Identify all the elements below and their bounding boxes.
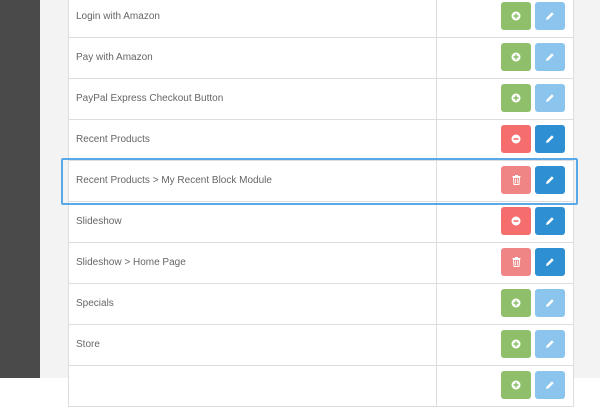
pencil-icon — [545, 298, 555, 308]
module-row: Pay with Amazon — [69, 38, 573, 79]
module-name: Pay with Amazon — [76, 52, 153, 63]
column-divider — [436, 79, 437, 119]
pencil-icon — [545, 93, 555, 103]
module-name: Store — [76, 339, 100, 350]
column-divider — [436, 284, 437, 324]
module-name: Recent Products — [76, 134, 150, 145]
module-row: PayPal Express Checkout Button — [69, 79, 573, 120]
column-divider — [436, 0, 437, 37]
column-divider — [436, 38, 437, 78]
module-name: Login with Amazon — [76, 11, 160, 22]
install-button[interactable] — [501, 84, 531, 112]
trash-icon — [512, 257, 521, 267]
module-row: Slideshow — [69, 202, 573, 243]
minus-circle-icon — [511, 134, 521, 144]
module-table: Login with Amazon Pay with Amazon PayPal E… — [68, 0, 574, 407]
column-divider — [436, 120, 437, 160]
install-button[interactable] — [501, 43, 531, 71]
module-row: Recent Products — [69, 120, 573, 161]
edit-button[interactable] — [535, 2, 565, 30]
left-sidebar — [0, 0, 40, 378]
edit-button[interactable] — [535, 289, 565, 317]
install-button[interactable] — [501, 2, 531, 30]
install-button[interactable] — [501, 330, 531, 358]
trash-icon — [512, 175, 521, 185]
edit-button[interactable] — [535, 166, 565, 194]
module-name: Slideshow — [76, 216, 122, 227]
edit-button[interactable] — [535, 125, 565, 153]
module-row: Specials — [69, 284, 573, 325]
pencil-icon — [545, 134, 555, 144]
module-row — [69, 366, 573, 407]
column-divider — [436, 161, 437, 201]
uninstall-button[interactable] — [501, 207, 531, 235]
edit-button[interactable] — [535, 330, 565, 358]
edit-button[interactable] — [535, 207, 565, 235]
edit-button[interactable] — [535, 248, 565, 276]
minus-circle-icon — [511, 216, 521, 226]
delete-button[interactable] — [501, 248, 531, 276]
pencil-icon — [545, 380, 555, 390]
column-divider — [436, 202, 437, 242]
pencil-icon — [545, 175, 555, 185]
column-divider — [436, 325, 437, 365]
module-name: PayPal Express Checkout Button — [76, 93, 224, 104]
column-divider — [436, 243, 437, 283]
module-name: Specials — [76, 298, 114, 309]
module-name: Recent Products > My Recent Block Module — [76, 175, 272, 186]
plus-circle-icon — [511, 93, 521, 103]
column-divider — [436, 366, 437, 406]
module-row: Login with Amazon — [69, 0, 573, 38]
install-button[interactable] — [501, 289, 531, 317]
plus-circle-icon — [511, 52, 521, 62]
uninstall-button[interactable] — [501, 125, 531, 153]
pencil-icon — [545, 216, 555, 226]
pencil-icon — [545, 52, 555, 62]
module-row: Store — [69, 325, 573, 366]
module-row: Recent Products > My Recent Block Module — [69, 161, 573, 202]
edit-button[interactable] — [535, 84, 565, 112]
delete-button[interactable] — [501, 166, 531, 194]
plus-circle-icon — [511, 11, 521, 21]
plus-circle-icon — [511, 339, 521, 349]
pencil-icon — [545, 257, 555, 267]
module-name: Slideshow > Home Page — [76, 257, 186, 268]
module-row: Slideshow > Home Page — [69, 243, 573, 284]
edit-button[interactable] — [535, 371, 565, 399]
pencil-icon — [545, 11, 555, 21]
plus-circle-icon — [511, 380, 521, 390]
pencil-icon — [545, 339, 555, 349]
plus-circle-icon — [511, 298, 521, 308]
edit-button[interactable] — [535, 43, 565, 71]
install-button[interactable] — [501, 371, 531, 399]
